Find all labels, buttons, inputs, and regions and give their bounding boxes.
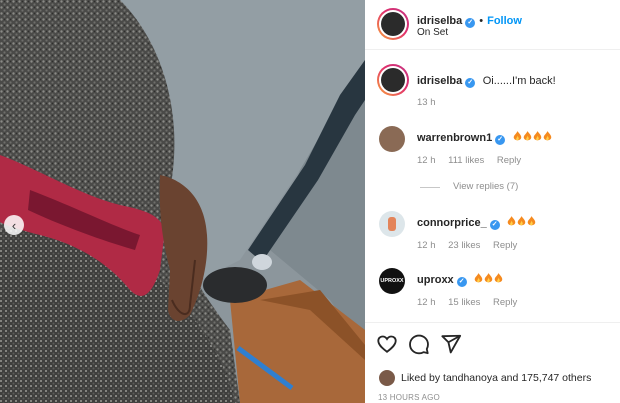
comment-username[interactable]: connorprice_ — [417, 217, 487, 229]
likes-prefix: Liked by — [401, 372, 441, 384]
comment-time: 12 h — [417, 297, 436, 308]
author-avatar[interactable] — [377, 8, 409, 40]
comment-time: 12 h — [417, 155, 436, 166]
post-header: idriselba ✓ • Follow On Set — [365, 0, 620, 50]
verified-badge-icon: ✓ — [456, 277, 467, 287]
post-photo[interactable]: ‹ — [0, 0, 365, 403]
reply-button[interactable]: Reply — [497, 155, 521, 166]
comment-item: connorprice_ ✓ — [417, 213, 537, 231]
chevron-left-icon[interactable]: ‹ — [4, 215, 24, 235]
heart-icon[interactable] — [376, 333, 398, 355]
replies-divider — [420, 187, 440, 188]
view-replies-button[interactable]: View replies (7) — [453, 181, 518, 192]
comment-username[interactable]: uproxx — [417, 274, 454, 286]
share-icon[interactable] — [440, 333, 462, 355]
comment-likes[interactable]: 23 likes — [448, 240, 480, 251]
verified-badge-icon: ✓ — [465, 18, 476, 28]
reply-button[interactable]: Reply — [493, 240, 517, 251]
author-username[interactable]: idriselba — [417, 15, 462, 27]
post-panel: idriselba ✓ • Follow On Set idriselba ✓ Oi..… — [365, 0, 620, 403]
fire-emoji — [474, 270, 504, 287]
likes-summary: Liked by tandhanoya and 175,747 others — [401, 372, 591, 384]
caption-avatar[interactable] — [377, 64, 409, 96]
verified-badge-icon: ✓ — [465, 78, 476, 88]
comment-time: 12 h — [417, 240, 436, 251]
comment-meta: 12 h 23 likes Reply — [417, 240, 517, 251]
comment-likes[interactable]: 111 likes — [448, 155, 484, 166]
actions-bar: Liked by tandhanoya and 175,747 others 1… — [365, 322, 620, 403]
comment-likes[interactable]: 15 likes — [448, 297, 480, 308]
uproxx-logo: UPROXX — [380, 278, 404, 284]
likes-others[interactable]: 175,747 others — [521, 372, 591, 384]
comment-meta: 12 h 111 likes Reply — [417, 155, 521, 166]
caption-text: Oi......I'm back! — [482, 75, 556, 87]
comment-meta: 12 h 15 likes Reply — [417, 297, 517, 308]
commenter-avatar[interactable] — [379, 211, 405, 237]
follow-button[interactable]: Follow — [487, 15, 522, 27]
caption-time: 13 h — [417, 97, 436, 108]
likes-and: and — [500, 372, 519, 384]
post-location[interactable]: On Set — [417, 27, 448, 38]
photo-image — [0, 0, 365, 403]
post-timestamp[interactable]: 13 HOURS AGO — [378, 393, 440, 402]
comment-item: uproxx ✓ — [417, 270, 504, 288]
separator-dot: • — [479, 15, 484, 27]
liker-avatar[interactable] — [379, 370, 395, 386]
comment-icon[interactable] — [408, 333, 430, 355]
commenter-avatar[interactable] — [379, 126, 405, 152]
verified-badge-icon: ✓ — [489, 220, 500, 230]
verified-badge-icon: ✓ — [495, 135, 506, 145]
caption-username[interactable]: idriselba — [417, 75, 462, 87]
comment-item: warrenbrown1 ✓ — [417, 128, 553, 146]
fire-emoji — [507, 213, 537, 230]
comment-username[interactable]: warrenbrown1 — [417, 132, 492, 144]
reply-button[interactable]: Reply — [493, 297, 517, 308]
caption: idriselba ✓ Oi......I'm back! — [417, 71, 556, 89]
fire-emoji — [513, 128, 553, 145]
liker-username[interactable]: tandhanoya — [443, 372, 498, 384]
commenter-avatar[interactable]: UPROXX — [379, 268, 405, 294]
